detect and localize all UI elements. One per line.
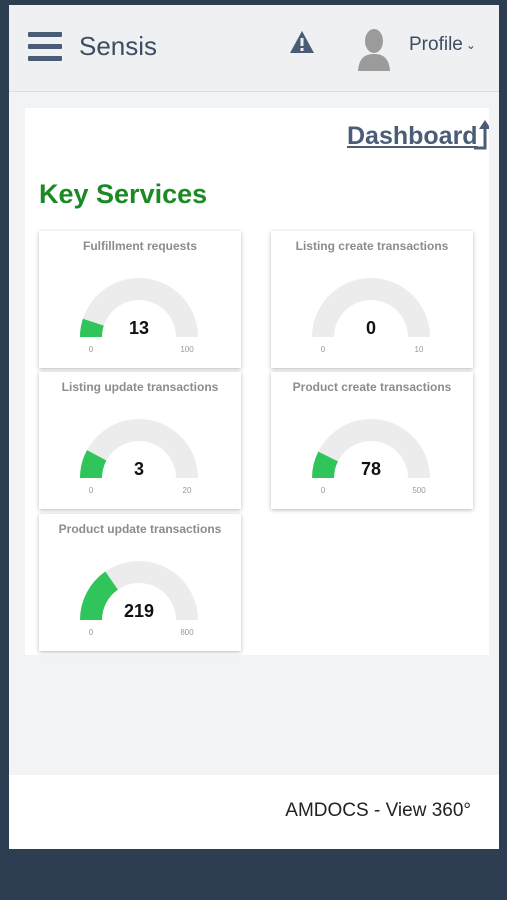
section-title: Key Services — [39, 179, 208, 209]
gauge-chart: 13 0 100 — [79, 278, 198, 354]
gauge-chart: 3 0 20 — [80, 419, 198, 495]
gauge-min-label: 0 — [89, 486, 94, 495]
user-avatar-icon[interactable] — [356, 27, 392, 71]
gauge-value: 78 — [361, 459, 381, 479]
gauge-value: 219 — [124, 601, 154, 621]
profile-menu[interactable]: Profile ⌄ — [409, 34, 476, 56]
gauge-value: 13 — [129, 318, 149, 338]
footer-text: AMDOCS - View 360° — [285, 800, 471, 821]
gauge-value: 3 — [134, 459, 144, 479]
arrow-up-icon[interactable] — [471, 120, 489, 150]
warning-icon[interactable] — [289, 30, 315, 54]
gauge-chart: 78 0 500 — [312, 419, 430, 495]
gauge-min-label: 0 — [321, 345, 326, 354]
gauge-max-label: 100 — [180, 345, 194, 354]
gauge-chart: 219 0 800 — [79, 561, 198, 637]
gauge-min-label: 0 — [89, 628, 94, 637]
gauge-value: 0 — [366, 318, 376, 338]
gauge-max-label: 10 — [415, 345, 424, 354]
gauge-card-product-create-transactions: Product create transactions 78 0 500 — [271, 372, 473, 509]
menu-icon[interactable] — [28, 32, 62, 62]
gauge-min-label: 0 — [89, 345, 94, 354]
app-screen: Sensis Profile ⌄ Dashboard Key Services F… — [9, 5, 499, 849]
gauge-max-label: 20 — [183, 486, 192, 495]
dashboard-link[interactable]: Dashboard — [347, 122, 478, 151]
gauge-min-label: 0 — [321, 486, 326, 495]
dashboard-panel: Dashboard Key Services Fulfillment reque… — [25, 108, 489, 655]
profile-label: Profile — [409, 34, 463, 55]
app-title: Sensis — [79, 31, 158, 61]
footer: AMDOCS - View 360° — [9, 775, 499, 849]
gauge-card-product-update-transactions: Product update transactions 219 0 800 — [39, 514, 241, 651]
gauge-card-listing-create-transactions: Listing create transactions 0 0 10 — [271, 231, 473, 368]
chevron-down-icon: ⌄ — [465, 37, 476, 52]
gauge-card-fulfillment-requests: Fulfillment requests 13 0 100 — [39, 231, 241, 368]
gauge-card-listing-update-transactions: Listing update transactions 3 0 20 — [39, 372, 241, 509]
gauge-max-label: 500 — [412, 486, 426, 495]
gauge-chart: 0 0 10 — [312, 278, 430, 354]
gauge-max-label: 800 — [180, 628, 194, 637]
top-bar: Sensis Profile ⌄ — [9, 5, 499, 92]
